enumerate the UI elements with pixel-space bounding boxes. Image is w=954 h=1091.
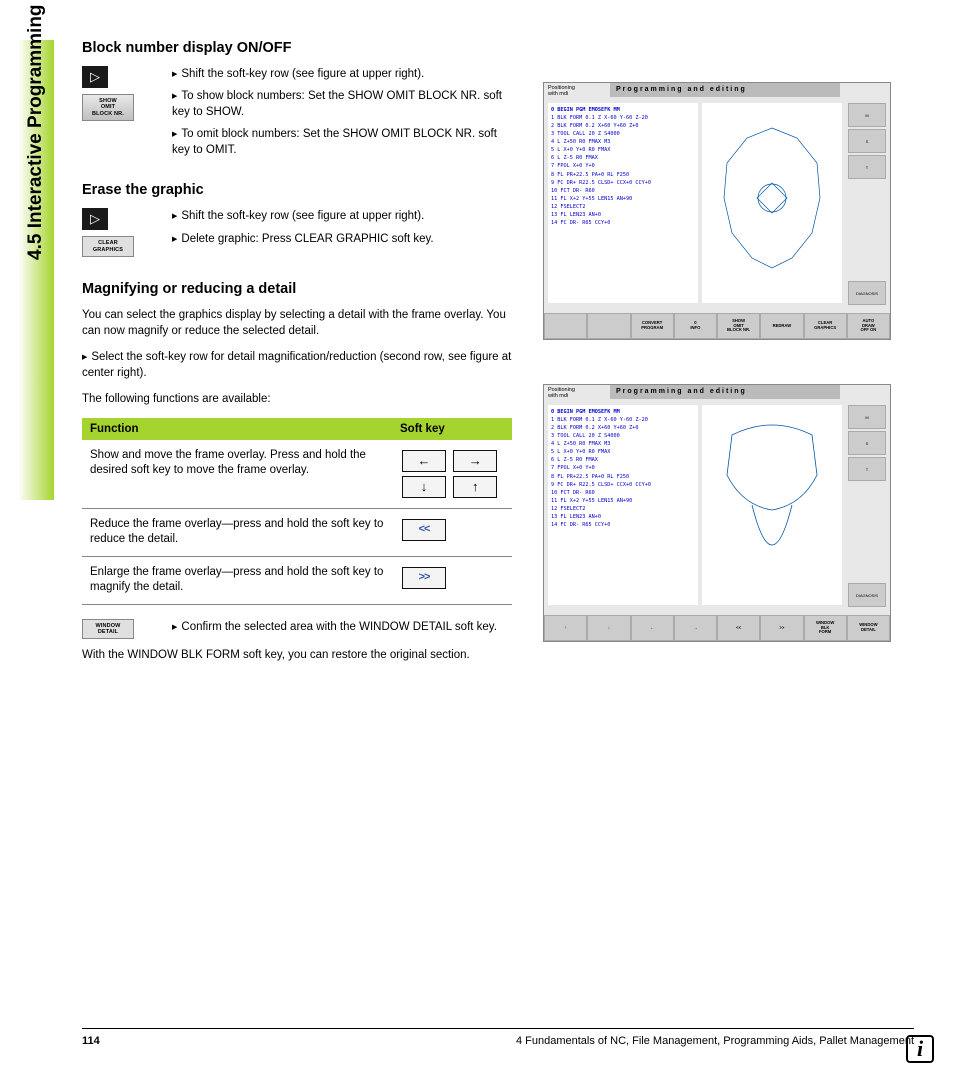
softkey-button[interactable]: REDRAW (760, 313, 803, 339)
side-btn-m[interactable]: M (848, 103, 886, 127)
softkey-button[interactable]: CONVERT PROGRAM (631, 313, 674, 339)
side-btn-s[interactable]: S (848, 431, 886, 455)
softkey-button[interactable]: 0 INFO (674, 313, 717, 339)
softkey-button[interactable]: << (717, 615, 760, 641)
softkey-show-omit-block-nr[interactable]: SHOW OMIT BLOCK NR. (82, 94, 134, 121)
page-footer: 114 4 Fundamentals of NC, File Managemen… (82, 1028, 914, 1047)
softkey-button[interactable]: >> (760, 615, 803, 641)
paragraph: You can select the graphics display by s… (82, 307, 512, 339)
instruction-text: Confirm the selected area with the WINDO… (172, 619, 512, 635)
side-btn-diagnosis[interactable]: DIAGNOSIS (848, 281, 886, 305)
section-side-label: 4.5 Interactive Programming Graphics (25, 0, 47, 260)
side-btn-diagnosis[interactable]: DIAGNOSIS (848, 583, 886, 607)
screen-side-buttons: M S T DIAGNOSIS (848, 405, 888, 609)
softkey-move-right[interactable]: → (453, 450, 497, 472)
heading-magnify-reduce: Magnifying or reducing a detail (82, 281, 512, 297)
softkey-row: ↑↓←→<<>>WINDOW BLK FORMWINDOW DETAIL (544, 615, 890, 641)
page-number: 114 (82, 1035, 100, 1047)
screen-mode: Positioning with mdi (548, 387, 575, 399)
main-content: Block number display ON/OFF ▷ SHOW OMIT … (82, 40, 512, 673)
softkey-window-detail[interactable]: WINDOW DETAIL (82, 619, 134, 640)
softkey-button[interactable] (587, 313, 630, 339)
softkey-move-up[interactable]: ↑ (453, 476, 497, 498)
table-cell: Show and move the frame overlay. Press a… (82, 440, 392, 509)
softkey-row: CONVERT PROGRAM0 INFOSHOW OMIT BLOCK NR.… (544, 313, 890, 339)
screen-mode: Positioning with mdi (548, 85, 575, 97)
side-btn-m[interactable]: M (848, 405, 886, 429)
instruction-text: To omit block numbers: Set the SHOW OMIT… (172, 126, 512, 158)
side-btn-t[interactable]: T (848, 457, 886, 481)
softkey-button[interactable]: AUTO DRAW OFF ON (847, 313, 890, 339)
softkey-button[interactable]: WINDOW DETAIL (847, 615, 890, 641)
instruction-text: Shift the soft-key row (see figure at up… (172, 66, 512, 82)
heading-block-number: Block number display ON/OFF (82, 40, 512, 56)
softkey-clear-graphics[interactable]: CLEAR GRAPHICS (82, 236, 134, 257)
softkey-move-down[interactable]: ↓ (402, 476, 446, 498)
nc-program-listing: 0 BEGIN PGM EMOSEFK MM1 BLK FORM 0.1 Z X… (548, 103, 698, 303)
heading-erase-graphic: Erase the graphic (82, 182, 512, 198)
screenshot-column: Positioning with mdi Programming and edi… (543, 82, 891, 686)
instruction-text: To show block numbers: Set the SHOW OMIT… (172, 88, 512, 120)
softkey-move-left[interactable]: ← (402, 450, 446, 472)
info-icon: i (906, 1035, 934, 1063)
table-header-function: Function (82, 418, 392, 440)
softkey-button[interactable]: ↑ (544, 615, 587, 641)
toolpath-graphic (702, 103, 842, 303)
softkey-button[interactable]: ← (631, 615, 674, 641)
instruction-text: Delete graphic: Press CLEAR GRAPHIC soft… (172, 231, 512, 247)
table-header-softkey: Soft key (392, 418, 512, 440)
softkey-button[interactable]: WINDOW BLK FORM (804, 615, 847, 641)
instruction-text: Shift the soft-key row (see figure at up… (172, 208, 512, 224)
softkey-reduce[interactable]: << (402, 519, 446, 541)
side-btn-t[interactable]: T (848, 155, 886, 179)
screen-title: Programming and editing (610, 385, 840, 399)
shift-right-hardkey[interactable]: ▷ (82, 66, 108, 88)
softkey-button[interactable]: → (674, 615, 717, 641)
cnc-screen-1: Positioning with mdi Programming and edi… (543, 82, 891, 340)
softkey-enlarge[interactable]: >> (402, 567, 446, 589)
softkey-button[interactable]: CLEAR GRAPHICS (804, 313, 847, 339)
nc-program-listing: 0 BEGIN PGM EMOSEFK MM1 BLK FORM 0.1 Z X… (548, 405, 698, 605)
function-table: Function Soft key Show and move the fram… (82, 418, 512, 605)
cnc-screen-2: Positioning with mdi Programming and edi… (543, 384, 891, 642)
softkey-button[interactable]: SHOW OMIT BLOCK NR. (717, 313, 760, 339)
toolpath-graphic-zoomed (702, 405, 842, 605)
chapter-title: 4 Fundamentals of NC, File Management, P… (516, 1035, 914, 1047)
instruction-text: Select the soft-key row for detail magni… (82, 349, 512, 381)
side-btn-s[interactable]: S (848, 129, 886, 153)
screen-title: Programming and editing (610, 83, 840, 97)
paragraph: With the WINDOW BLK FORM soft key, you c… (82, 647, 512, 663)
screen-side-buttons: M S T DIAGNOSIS (848, 103, 888, 307)
table-cell: Reduce the frame overlay—press and hold … (82, 508, 392, 556)
shift-right-hardkey[interactable]: ▷ (82, 208, 108, 230)
softkey-button[interactable] (544, 313, 587, 339)
table-cell: Enlarge the frame overlay—press and hold… (82, 556, 392, 604)
paragraph: The following functions are available: (82, 391, 512, 407)
softkey-button[interactable]: ↓ (587, 615, 630, 641)
